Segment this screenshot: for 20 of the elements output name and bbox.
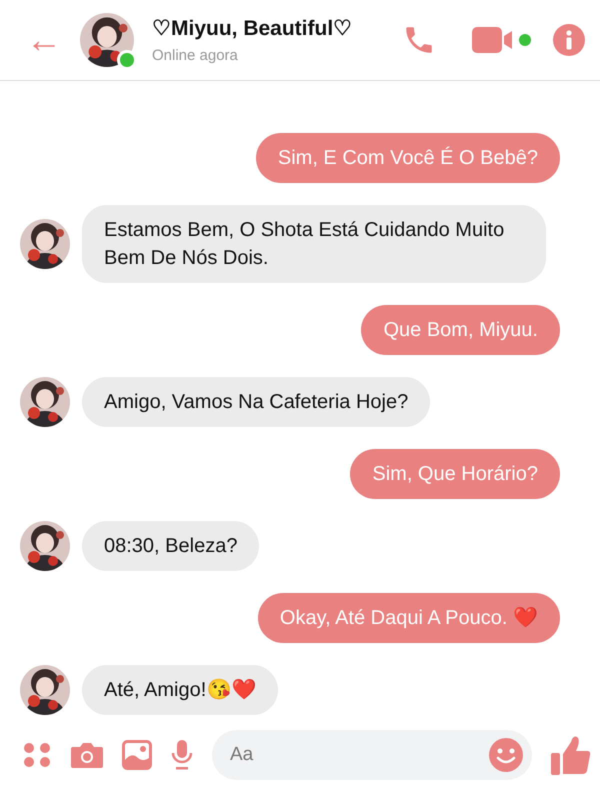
message-bubble: Que Bom, Miyuu. bbox=[361, 305, 560, 355]
emoji-icon[interactable] bbox=[488, 737, 524, 773]
apps-icon[interactable] bbox=[22, 740, 52, 770]
message-bubble: Até, Amigo!😘❤ bbox=[82, 665, 278, 715]
message-input[interactable]: Aa bbox=[212, 730, 532, 780]
microphone-icon[interactable] bbox=[170, 739, 194, 771]
contact-name: ♡Miyuu, Beautiful♡ bbox=[152, 16, 354, 41]
camera-icon[interactable] bbox=[70, 740, 104, 770]
back-button[interactable]: ← bbox=[26, 22, 62, 58]
message-bubble: 08:30, Beleza? bbox=[82, 521, 260, 571]
message-bubble: Sim, Que Horário? bbox=[350, 449, 560, 499]
image-icon[interactable] bbox=[122, 740, 152, 770]
thumbs-up-icon[interactable] bbox=[550, 734, 592, 776]
message-bubble: Amigo, Vamos Na Cafeteria Hoje? bbox=[82, 377, 430, 427]
message-bubble: Okay, Até Daqui A Pouco. ❤ bbox=[258, 593, 560, 643]
message-bubble: Sim, E Com Você É O Bebê? bbox=[256, 133, 560, 183]
contact-status: Online agora bbox=[152, 47, 239, 64]
video-camera-icon[interactable] bbox=[472, 25, 534, 55]
info-icon[interactable] bbox=[552, 23, 586, 57]
message-bubble: Estamos Bem, O Shota Está Cuidando Muito Bem De Nós Dois. bbox=[82, 205, 546, 283]
